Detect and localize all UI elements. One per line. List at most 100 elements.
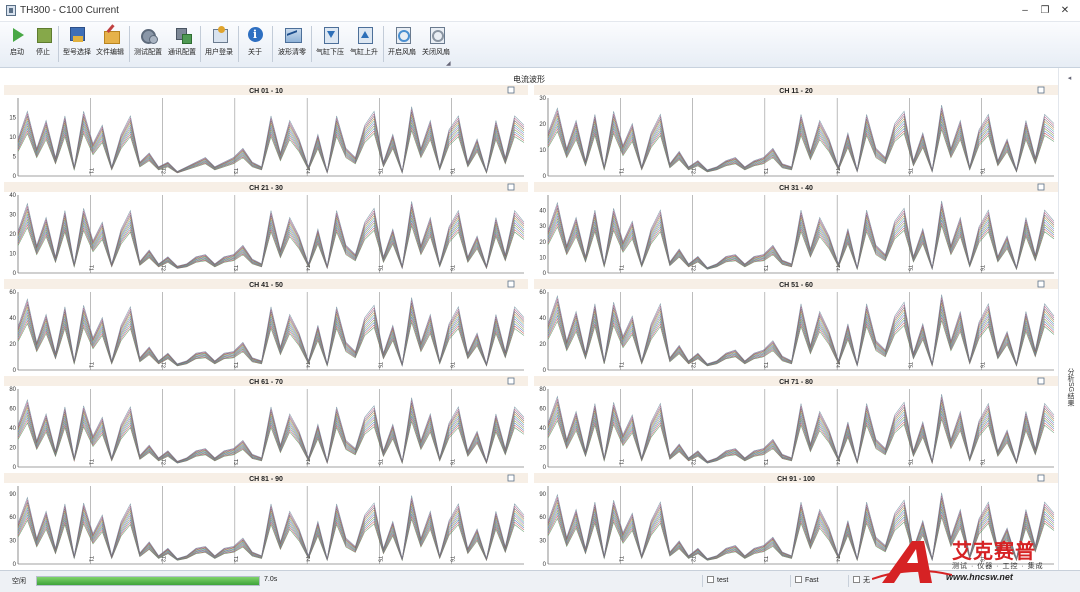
play-icon [9,26,26,43]
panel-title: CH 81 - 90 [249,476,283,483]
y-tick-label: 20 [9,232,16,238]
start-button[interactable]: 启动 [6,24,28,64]
segment-label: T1 [617,168,623,174]
checkbox-icon [795,576,802,583]
panel-title: CH 21 - 30 [249,185,283,192]
chart-panel: CH 11 - 200102030T1 T2 T3 T4 T5 T6 [534,85,1058,180]
status-field-profile: test [702,575,728,587]
watermark: 艾克赛普 测试 · 仪器 · 工控 · 集成 www.hncsw.net [871,535,1078,587]
y-tick-label: 0 [13,562,17,568]
y-tick-label: 0 [543,174,547,180]
y-tick-label: 20 [539,122,546,128]
y-tick-label: 0 [543,368,547,374]
toolbar-separator [311,26,312,62]
segment-label: T6 [449,168,455,174]
cylinder-up-label: 气缸上升 [350,49,378,56]
y-tick-label: 20 [539,240,546,246]
fan-on-label: 开启风扇 [388,49,416,56]
user-icon [211,26,228,43]
status-extra-text: 无 [863,577,870,584]
segment-label: T6 [449,459,455,465]
cylinder-down-icon [322,26,339,44]
y-tick-label: 30 [539,224,546,230]
status-state: 空闲 [12,578,26,585]
panel-title: CH 61 - 70 [249,379,283,386]
close-button[interactable]: ✕ [1056,4,1074,18]
segment-label: T3 [232,362,238,368]
y-tick-label: 15 [9,116,16,122]
segment-label: T4 [304,459,310,465]
file-edit-label: 文件编辑 [96,49,124,56]
chart-panel: CH 61 - 70020406080T1 T2 T3 T4 T5 T6 [4,376,528,471]
segment-label: T3 [232,168,238,174]
toolbar-separator [58,26,59,62]
restore-button[interactable]: ❐ [1036,4,1054,18]
segment-label: T1 [617,362,623,368]
chart-panel: CH 01 - 10051015T1 T2 T3 T4 T5 T6 [4,85,528,180]
panel-options-icon [1037,86,1045,94]
chart-panel: CH 81 - 900306090T1 T2 T3 T4 T5 T6 [4,473,528,568]
window-title: TH300 - C100 Current [20,5,119,16]
comm-config-label: 通讯配置 [168,49,196,56]
fan-on-button[interactable]: 开启风扇 [386,24,418,64]
y-tick-label: 30 [539,96,546,102]
panel-options-icon [507,377,515,385]
about-label: 关于 [248,49,262,56]
chart-panel: CH 21 - 30010203040T1 T2 T3 T4 T5 T6 [4,182,528,277]
y-tick-label: 40 [539,209,546,215]
y-tick-label: 0 [13,271,17,277]
cylinder-up-button[interactable]: 气缸上升 [348,24,380,64]
toolbar-separator [238,26,239,62]
stop-label: 停止 [36,49,50,56]
fan-on-icon [394,26,411,44]
y-tick-label: 40 [539,316,546,322]
waveform-charts: CH 01 - 10051015T1 T2 T3 T4 T5 T6 CH 11 - 20 0 1… [4,85,1058,568]
segment-label: T1 [87,556,93,562]
y-tick-label: 20 [9,342,16,348]
toolbar: 启动 停止 型号选择 文件编辑 测试配置 通讯配置 用户登录 关于 波形清零 气… [0,22,1080,68]
panel-options-icon [507,183,515,191]
y-tick-label: 60 [9,515,16,521]
test-config-button[interactable]: 测试配置 [133,24,163,64]
cylinder-up-icon [356,26,373,44]
y-tick-label: 30 [539,539,546,545]
panel-title: CH 01 - 10 [249,88,283,95]
y-tick-label: 40 [9,193,16,199]
ribbon-expand-icon[interactable]: ◢ [446,60,451,67]
panel-options-icon [1037,280,1045,288]
fan-off-icon [428,26,445,44]
panel-options-icon [1037,183,1045,191]
checkbox-icon [853,576,860,583]
cylinder-down-button[interactable]: 气缸下压 [314,24,346,64]
chart-panel: CH 51 - 600204060T1 T2 T3 T4 T5 T6 [534,279,1058,374]
y-tick-label: 40 [9,316,16,322]
segment-label: T5 [906,265,912,271]
panel-title: CH 11 - 20 [779,88,813,95]
cylinder-down-label: 气缸下压 [316,49,344,56]
toolbar-separator [383,26,384,62]
panel-options-icon [507,86,515,94]
panel-options-icon [507,474,515,482]
fan-off-button[interactable]: 关闭风扇 [420,24,452,64]
segment-label: T5 [376,265,382,271]
model-select-button[interactable]: 型号选择 [62,24,92,64]
clear-waveform-button[interactable]: 波形清零 [276,24,308,64]
file-edit-button[interactable]: 文件编辑 [95,24,125,64]
analysis-result-tab[interactable]: 分析SG结果 [1065,368,1075,406]
segment-label: T6 [979,265,985,271]
segment-label: T3 [232,265,238,271]
progress-bar [36,576,260,586]
segment-label: T1 [617,556,623,562]
minimize-button[interactable]: – [1016,4,1034,18]
file-edit-icon [102,26,120,44]
segment-label: T3 [762,556,768,562]
stop-button[interactable]: 停止 [32,24,54,64]
comm-config-button[interactable]: 通讯配置 [167,24,197,64]
user-login-button[interactable]: 用户登录 [203,24,235,64]
y-tick-label: 0 [543,271,547,277]
about-button[interactable]: 关于 [244,24,266,64]
segment-label: T4 [834,265,840,271]
info-icon [247,26,264,43]
status-mode-text: Fast [805,577,819,584]
pin-icon[interactable]: ◂ [1065,74,1074,83]
